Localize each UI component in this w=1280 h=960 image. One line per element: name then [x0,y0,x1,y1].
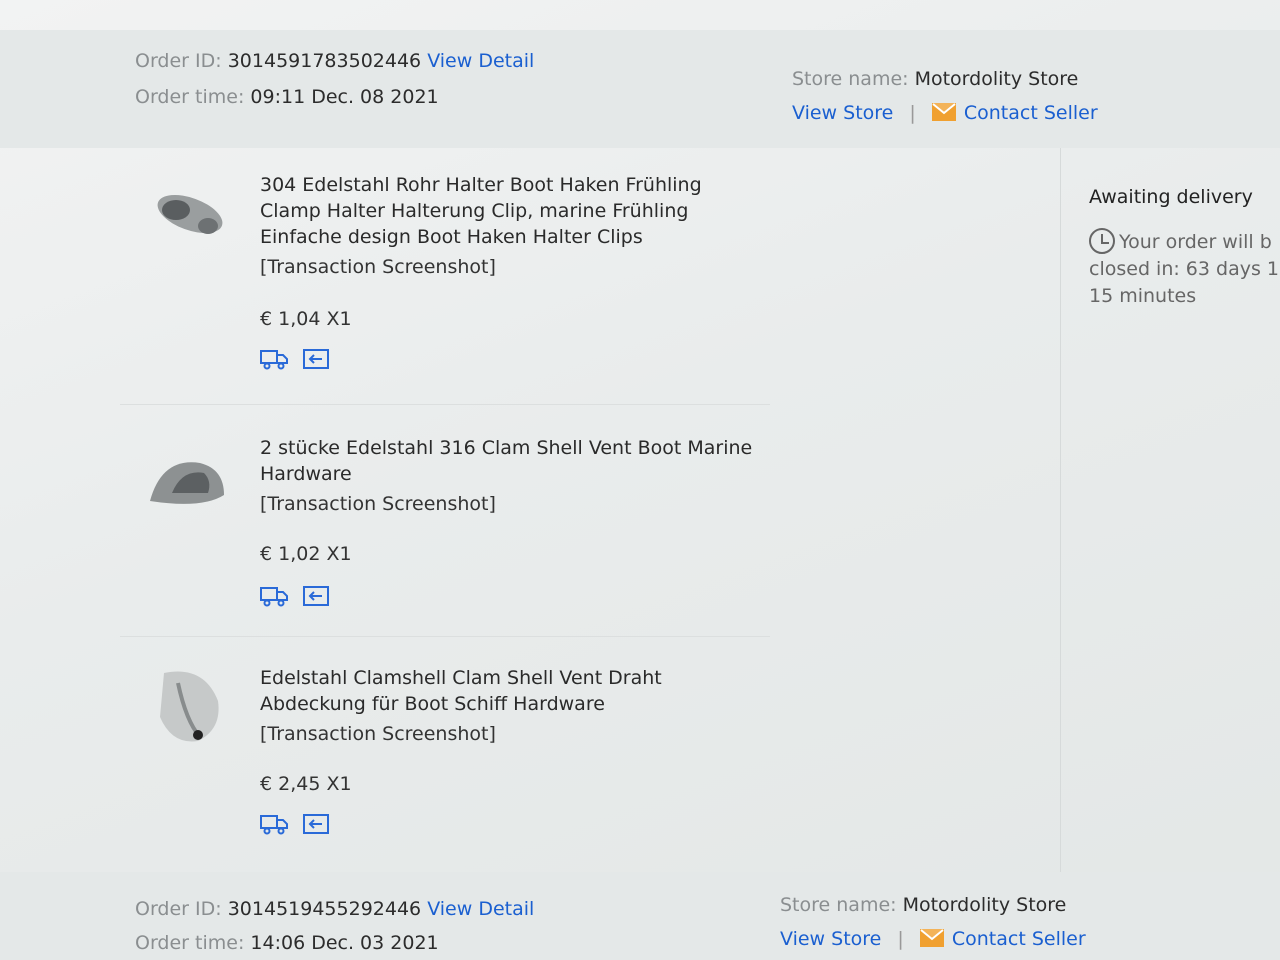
product-title[interactable]: 2 stücke Edelstahl 316 Clam Shell Vent B… [260,435,760,487]
contact-seller-label: Contact Seller [963,102,1098,124]
return-icon[interactable] [302,813,330,835]
order-header: Order ID: 3014591783502446 View Detail O… [0,30,1280,148]
return-icon[interactable] [302,348,330,370]
list-item: Edelstahl Clamshell Clam Shell Vent Drah… [120,636,770,872]
product-image[interactable] [142,661,232,751]
store-name-label: Store name: [792,68,909,90]
store-name-row: Store name: Motordolity Store [792,62,1078,96]
transaction-screenshot-link[interactable]: [Transaction Screenshot] [260,493,496,515]
contact-seller-link[interactable]: Contact Seller [931,102,1098,124]
order-header: Order ID: 3014519455292446 View Detail O… [0,872,1280,960]
order-close-countdown: Your order will b closed in: 63 days 1 1… [1089,228,1279,310]
link-separator: | [897,928,904,950]
item-actions [260,813,330,835]
store-name-value: Motordolity Store [902,894,1067,916]
order-id-row: Order ID: 3014519455292446 View Detail [135,892,534,926]
order-time-value: 09:11 Dec. 08 2021 [250,86,439,108]
item-actions [260,585,330,607]
order-status: Awaiting delivery [1089,186,1253,208]
countdown-line-3: 15 minutes [1089,285,1197,307]
store-links-row: View Store | Contact Seller [780,922,1086,956]
product-title[interactable]: Edelstahl Clamshell Clam Shell Vent Drah… [260,665,760,717]
order-id-label: Order ID: [135,50,222,72]
store-name-row: Store name: Motordolity Store [780,888,1066,922]
item-price: € 1,02 X1 [260,543,352,565]
transaction-screenshot-link[interactable]: [Transaction Screenshot] [260,256,496,278]
view-store-link[interactable]: View Store [780,928,881,950]
mail-icon [931,103,956,121]
view-detail-link[interactable]: View Detail [427,50,534,72]
order-id-value: 3014519455292446 [227,898,422,920]
transaction-screenshot-link[interactable]: [Transaction Screenshot] [260,723,496,745]
link-separator: | [909,102,916,124]
order-time-row: Order time: 09:11 Dec. 08 2021 [135,80,439,114]
order-id-label: Order ID: [135,898,222,920]
truck-icon[interactable] [260,585,288,607]
order-time-value: 14:06 Dec. 03 2021 [250,932,439,954]
countdown-line-2: closed in: 63 days 1 [1089,258,1279,280]
view-detail-link[interactable]: View Detail [427,898,534,920]
order-time-label: Order time: [135,86,245,108]
item-price: € 1,04 X1 [260,308,352,330]
order-time-label: Order time: [135,932,245,954]
truck-icon[interactable] [260,813,288,835]
view-store-link[interactable]: View Store [792,102,893,124]
order-time-row: Order time: 14:06 Dec. 03 2021 [135,926,439,960]
product-image[interactable] [142,439,232,529]
return-icon[interactable] [302,585,330,607]
store-name-label: Store name: [780,894,897,916]
order-id-row: Order ID: 3014591783502446 View Detail [135,44,534,78]
item-price: € 2,45 X1 [260,773,352,795]
list-item: 304 Edelstahl Rohr Halter Boot Haken Frü… [120,148,770,404]
contact-seller-label: Contact Seller [951,928,1086,950]
order-status-column: Awaiting delivery Your order will b clos… [1060,148,1280,872]
order-items: 304 Edelstahl Rohr Halter Boot Haken Frü… [0,148,1280,872]
store-links-row: View Store | Contact Seller [792,96,1098,130]
product-image[interactable] [142,176,232,266]
truck-icon[interactable] [260,348,288,370]
countdown-line-1: Your order will b [1119,231,1272,253]
list-item: 2 stücke Edelstahl 316 Clam Shell Vent B… [120,404,770,636]
clock-icon [1089,228,1115,254]
contact-seller-link[interactable]: Contact Seller [919,928,1086,950]
order-id-value: 3014591783502446 [227,50,422,72]
item-actions [260,348,330,370]
product-title[interactable]: 304 Edelstahl Rohr Halter Boot Haken Frü… [260,172,760,250]
store-name-value: Motordolity Store [914,68,1079,90]
mail-icon [919,929,944,947]
